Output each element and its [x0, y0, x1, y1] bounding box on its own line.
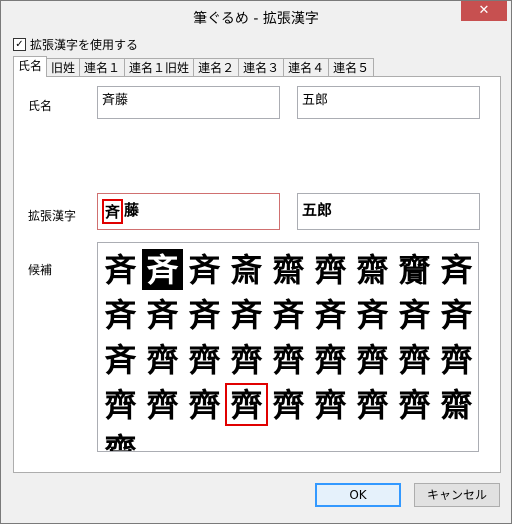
candidate-char[interactable]: 斉	[436, 249, 477, 290]
candidate-char[interactable]: 齊	[352, 384, 393, 425]
candidate-char[interactable]: 斉	[142, 294, 183, 335]
tab-joint-1-maiden[interactable]: 連名１旧姓	[124, 58, 195, 77]
candidates-list[interactable]: 斉斉斉斎齋齊齋齎斉斉斉斉斉斉斉斉斉斉斉齊齊齊齊齊齊齊齊齊齊齊齊齊齊齊齊齋齋	[97, 242, 479, 452]
candidate-char[interactable]: 齋	[352, 249, 393, 290]
candidate-row: 斉斉斉斎齋齊齋齎斉	[98, 247, 478, 292]
candidate-char[interactable]: 斉	[268, 294, 309, 335]
tab-joint-5[interactable]: 連名５	[328, 58, 375, 77]
candidates-grid: 斉斉斉斎齋齊齋齎斉斉斉斉斉斉斉斉斉斉斉齊齊齊齊齊齊齊齊齊齊齊齊齊齊齊齊齋齋	[98, 247, 478, 452]
candidate-char[interactable]: 齊	[394, 339, 435, 380]
candidate-char[interactable]: 齊	[100, 384, 141, 425]
candidate-char[interactable]: 齊	[352, 339, 393, 380]
candidate-char[interactable]: 齊	[310, 384, 351, 425]
candidate-row: 斉齊齊齊齊齊齊齊齊	[98, 337, 478, 382]
candidate-char[interactable]: 斉	[100, 249, 141, 290]
tab-joint-3[interactable]: 連名３	[238, 58, 285, 77]
candidate-row: 斉斉斉斉斉斉斉斉斉	[98, 292, 478, 337]
candidate-char[interactable]: 齊	[310, 339, 351, 380]
use-extended-row[interactable]: ✓ 拡張漢字を使用する	[13, 36, 138, 53]
title-bar: 筆ぐるめ - 拡張漢字 ✕	[1, 1, 511, 31]
use-extended-checkbox[interactable]: ✓	[13, 38, 26, 51]
candidate-char[interactable]: 齊	[394, 384, 435, 425]
candidate-char[interactable]: 齊	[142, 384, 183, 425]
extended-surname-field[interactable]: 斉 藤	[97, 193, 280, 230]
tab-name[interactable]: 氏名	[13, 56, 48, 77]
close-icon: ✕	[478, 3, 490, 18]
tab-maiden-name[interactable]: 旧姓	[46, 58, 81, 77]
extended-surname-rest: 藤	[124, 201, 140, 219]
candidate-char[interactable]: 齊	[184, 339, 225, 380]
candidate-char[interactable]: 齋	[436, 384, 477, 425]
candidate-char[interactable]: 齎	[394, 249, 435, 290]
candidate-char[interactable]: 斉	[184, 294, 225, 335]
use-extended-label: 拡張漢字を使用する	[30, 38, 139, 52]
ok-button[interactable]: OK	[315, 483, 401, 507]
extended-label: 拡張漢字	[28, 209, 77, 223]
candidate-char[interactable]: 齊	[268, 339, 309, 380]
candidate-char[interactable]: 齊	[184, 384, 225, 425]
candidate-char[interactable]: 斉	[184, 249, 225, 290]
cancel-button[interactable]: キャンセル	[414, 483, 500, 507]
candidate-char[interactable]: 斎	[226, 249, 267, 290]
extended-given-field[interactable]: 五郎	[297, 193, 480, 230]
candidate-char[interactable]: 齊	[268, 384, 309, 425]
close-button[interactable]: ✕	[461, 1, 507, 21]
candidate-char[interactable]: 齋	[268, 249, 309, 290]
tab-joint-1[interactable]: 連名１	[79, 58, 126, 77]
candidate-row: 齊齊齊齊齊齊齊齊齋	[98, 382, 478, 427]
candidate-row: 齋	[98, 427, 478, 452]
candidate-char[interactable]: 斉	[226, 294, 267, 335]
candidate-char[interactable]: 齊	[310, 249, 351, 290]
candidate-char[interactable]: 斉	[100, 339, 141, 380]
candidate-char[interactable]: 斉	[394, 294, 435, 335]
surname-field[interactable]: 斉藤	[97, 86, 280, 119]
window-title: 筆ぐるめ - 拡張漢字	[193, 11, 319, 27]
name-label: 氏名	[28, 99, 53, 113]
candidate-char[interactable]: 齊	[142, 339, 183, 380]
candidate-char[interactable]: 斉	[436, 294, 477, 335]
candidate-char[interactable]: 斉	[352, 294, 393, 335]
tab-bar: 氏名 旧姓 連名１ 連名１旧姓 連名２ 連名３ 連名４ 連名５	[13, 56, 375, 77]
candidate-char[interactable]: 齊	[225, 383, 268, 426]
candidate-char[interactable]: 斉	[100, 294, 141, 335]
dialog-window: 筆ぐるめ - 拡張漢字 ✕ ✓ 拡張漢字を使用する 氏名 旧姓 連名１ 連名１旧…	[0, 0, 512, 524]
candidate-char[interactable]: 斉	[142, 249, 183, 290]
candidates-label: 候補	[28, 263, 53, 277]
candidate-char[interactable]: 齊	[226, 339, 267, 380]
given-name-field[interactable]: 五郎	[297, 86, 480, 119]
tab-joint-4[interactable]: 連名４	[283, 58, 330, 77]
tab-joint-2[interactable]: 連名２	[193, 58, 240, 77]
check-icon: ✓	[15, 39, 24, 50]
candidate-char[interactable]: 齊	[436, 339, 477, 380]
candidate-char[interactable]: 斉	[310, 294, 351, 335]
candidate-char[interactable]: 齋	[100, 429, 141, 452]
extended-cursor-char[interactable]: 斉	[102, 199, 124, 224]
